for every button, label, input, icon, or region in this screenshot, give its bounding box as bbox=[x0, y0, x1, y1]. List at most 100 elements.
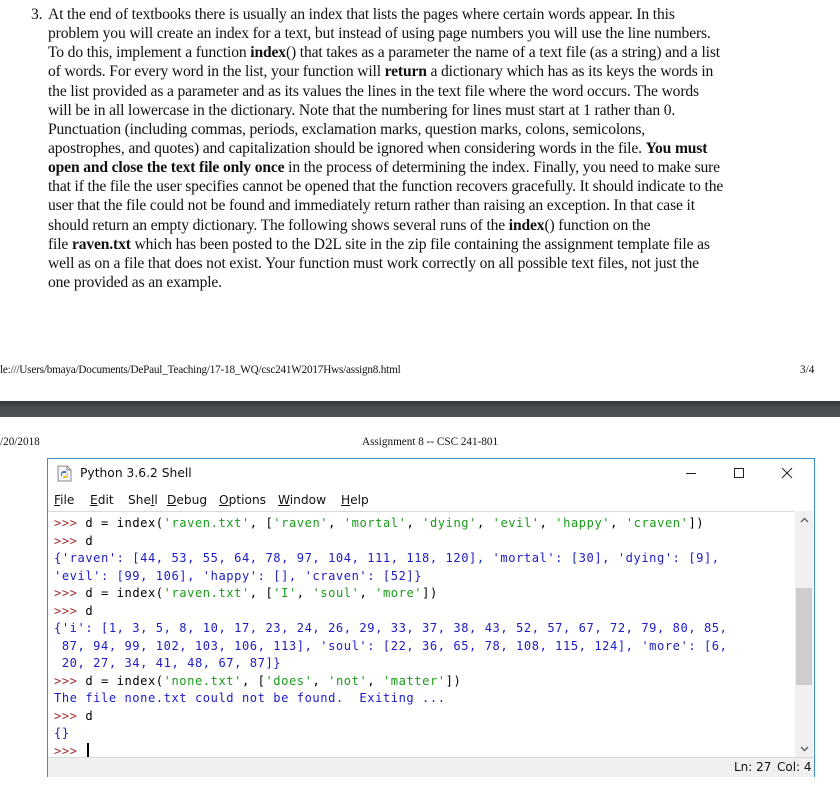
code-text: , bbox=[610, 516, 626, 530]
menu-label-part: ptions bbox=[228, 493, 267, 507]
maximize-button[interactable] bbox=[716, 459, 762, 487]
shell-line: >>> d bbox=[54, 708, 93, 725]
problem-line: To do this, implement a function index()… bbox=[48, 43, 828, 62]
text-run: the list provided as a parameter and as … bbox=[48, 82, 699, 100]
shell-line: >>> d bbox=[54, 533, 93, 550]
menu-options[interactable]: Options bbox=[219, 493, 266, 507]
shell-line: {'raven': [44, 53, 55, 64, 78, 97, 104, … bbox=[54, 550, 720, 567]
maximize-icon bbox=[734, 468, 744, 478]
shell-line: >>> d = index('raven.txt', ['I', 'soul',… bbox=[54, 585, 438, 602]
code-text: d = index( bbox=[85, 516, 164, 530]
code-text: , bbox=[367, 674, 383, 688]
menu-label-part: ebug bbox=[176, 493, 208, 507]
shell-output: {} bbox=[54, 726, 70, 740]
menu-shell[interactable]: Shell bbox=[128, 493, 158, 507]
problem-line: problem you will create an index for a t… bbox=[48, 24, 828, 43]
string-literal: 'soul' bbox=[312, 586, 360, 600]
menu-mnemonic: O bbox=[219, 493, 229, 507]
string-literal: 'does' bbox=[265, 674, 313, 688]
problem-line: one provided as an example. bbox=[48, 273, 828, 292]
code-text: , bbox=[328, 516, 344, 530]
text-run: Punctuation (including commas, periods, … bbox=[48, 120, 645, 138]
menu-mnemonic: H bbox=[341, 493, 351, 507]
problem-line: should return an empty dictionary. The f… bbox=[48, 216, 828, 235]
scroll-down-button[interactable] bbox=[795, 740, 813, 757]
status-bar: Ln: 27 Col: 4 bbox=[48, 757, 814, 777]
code-text: , bbox=[539, 516, 556, 530]
menu-file[interactable]: File bbox=[54, 493, 74, 507]
shell-prompt: >>> bbox=[54, 534, 86, 548]
menu-mnemonic: D bbox=[167, 493, 177, 507]
shell-text-area[interactable]: >>> d = index('raven.txt', ['raven', 'mo… bbox=[48, 511, 794, 758]
problem-line: Punctuation (including commas, periods, … bbox=[48, 120, 828, 139]
string-literal: 'raven' bbox=[273, 516, 329, 530]
print-page-number: 3/4 bbox=[800, 364, 815, 376]
text-run: one provided as an example. bbox=[48, 273, 222, 291]
shell-output: The file none.txt could not be found. Ex… bbox=[54, 691, 446, 705]
shell-line: The file none.txt could not be found. Ex… bbox=[54, 690, 446, 707]
code-text: , bbox=[296, 586, 313, 600]
text-run: problem you will create an index for a t… bbox=[48, 25, 711, 43]
menu-debug[interactable]: Debug bbox=[167, 493, 207, 507]
shell-prompt: >>> bbox=[54, 744, 86, 758]
shell-prompt: >>> bbox=[54, 709, 86, 723]
problem-text: At the end of textbooks there is usually… bbox=[48, 5, 828, 292]
shell-line: 87, 94, 99, 102, 103, 106, 113], 'soul':… bbox=[54, 638, 727, 655]
code-text: d = index( bbox=[85, 674, 164, 688]
menu-edit[interactable]: Edit bbox=[90, 493, 114, 507]
page-separator bbox=[0, 401, 840, 417]
text-run: should return an empty dictionary. The f… bbox=[48, 216, 509, 234]
title-bar[interactable]: Python 3.6.2 Shell bbox=[48, 459, 814, 487]
vertical-scrollbar[interactable] bbox=[795, 511, 813, 757]
chevron-down-icon bbox=[800, 746, 808, 751]
minimize-button[interactable] bbox=[668, 459, 714, 487]
scrollbar-thumb[interactable] bbox=[796, 587, 812, 685]
shell-line: >>> d = index('raven.txt', ['raven', 'mo… bbox=[54, 515, 704, 532]
shell-line: {} bbox=[54, 725, 70, 742]
minimize-icon bbox=[686, 473, 696, 474]
shell-output: {'i': [1, 3, 5, 8, 10, 17, 23, 24, 26, 2… bbox=[54, 621, 728, 635]
shell-output: 87, 94, 99, 102, 103, 106, 113], 'soul':… bbox=[54, 639, 728, 653]
menu-label-part: elp bbox=[350, 493, 369, 507]
print-footer-url: le:///Users/bmaya/Documents/DePaul_Teach… bbox=[0, 364, 401, 376]
text-run: a dictionary which has as its keys the w… bbox=[426, 63, 714, 81]
text-run: will be in all lowercase in the dictiona… bbox=[48, 101, 676, 119]
shell-line: {'i': [1, 3, 5, 8, 10, 17, 23, 24, 26, 2… bbox=[54, 620, 727, 637]
bold-text: You must bbox=[645, 139, 708, 157]
code-text: d bbox=[85, 534, 94, 548]
text-run: apostrophes, and quotes) and capitalizat… bbox=[48, 139, 646, 157]
menu-mnemonic: E bbox=[90, 493, 98, 507]
string-literal: 'I' bbox=[273, 586, 297, 600]
bold-text: index bbox=[508, 216, 545, 234]
scroll-up-button[interactable] bbox=[795, 511, 813, 528]
problem-line: At the end of textbooks there is usually… bbox=[48, 5, 828, 24]
code-text: ]) bbox=[422, 586, 438, 600]
problem-line: file raven.txt which has been posted to … bbox=[48, 235, 828, 254]
shell-output: 20, 27, 34, 41, 48, 67, 87]} bbox=[54, 656, 282, 670]
text-run: well as on a file that does not exist. Y… bbox=[48, 254, 699, 272]
code-text: , bbox=[476, 516, 493, 530]
close-icon bbox=[781, 467, 793, 479]
line-number-status: Ln: 27 bbox=[734, 760, 772, 774]
text-cursor bbox=[87, 743, 90, 758]
problem-line: user that the file could not be found an… bbox=[48, 196, 828, 215]
bold-text: return bbox=[384, 63, 427, 81]
text-run: user that the file could not be found an… bbox=[48, 197, 695, 215]
string-literal: 'mortal' bbox=[343, 516, 407, 530]
code-text: , [ bbox=[241, 674, 266, 688]
code-text: ]) bbox=[445, 674, 462, 688]
text-run: which has been posted to the D2L site in… bbox=[130, 235, 710, 253]
close-button[interactable] bbox=[764, 459, 810, 487]
shell-prompt: >>> bbox=[54, 674, 86, 688]
chevron-up-icon bbox=[800, 517, 808, 522]
menu-label-part: ile bbox=[60, 493, 75, 507]
menu-help[interactable]: Help bbox=[341, 493, 369, 507]
column-number-status: Col: 4 bbox=[777, 760, 812, 774]
menu-label-part: l bbox=[154, 493, 158, 507]
code-text: d = index( bbox=[85, 586, 164, 600]
menu-window[interactable]: Window bbox=[278, 493, 326, 507]
problem-line: well as on a file that does not exist. Y… bbox=[48, 254, 828, 273]
menu-bar: File Edit Shell Debug Options Window Help bbox=[48, 489, 814, 509]
shell-line: 'evil': [99, 106], 'happy': [], 'craven'… bbox=[54, 568, 422, 585]
text-run: that if the file the user specifies cann… bbox=[48, 178, 724, 196]
